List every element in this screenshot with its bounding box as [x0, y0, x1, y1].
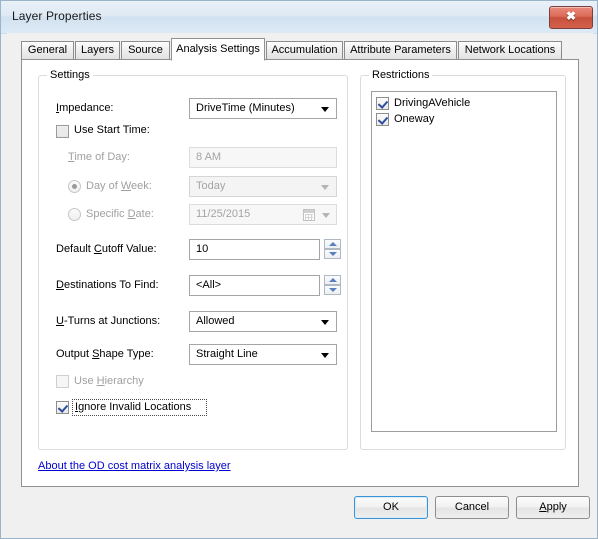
chevron-down-icon	[321, 185, 329, 190]
tab-accumulation[interactable]: Accumulation	[266, 41, 343, 60]
specific-date-label: Specific Date:	[86, 208, 154, 220]
spinner-down-icon[interactable]	[324, 249, 341, 259]
output-shape-type-label: Output Shape Type:	[56, 348, 154, 360]
spinner-up-icon[interactable]	[324, 275, 341, 285]
specific-date-input[interactable]: 11/25/2015	[189, 204, 337, 225]
layer-properties-dialog: Layer Properties ✖ General Layers Source…	[0, 0, 598, 539]
impedance-combo[interactable]: DriveTime (Minutes)	[189, 98, 337, 119]
restriction-label: Oneway	[394, 113, 435, 125]
settings-group: Settings Impedance: DriveTime (Minutes) …	[38, 69, 348, 450]
u-turns-value: Allowed	[196, 315, 235, 327]
tab-source[interactable]: Source	[121, 41, 170, 60]
tab-analysis-settings[interactable]: Analysis Settings	[171, 38, 265, 61]
output-shape-type-value: Straight Line	[196, 348, 258, 360]
day-of-week-radio[interactable]	[68, 180, 81, 193]
use-start-time-checkbox[interactable]	[56, 125, 69, 138]
about-analysis-layer-link[interactable]: About the OD cost matrix analysis layer	[38, 460, 231, 472]
time-of-day-label: Time of Day:	[68, 151, 130, 163]
default-cutoff-label: Default Cutoff Value:	[56, 243, 157, 255]
close-icon: ✖	[565, 9, 577, 23]
time-of-day-value: 8 AM	[196, 151, 222, 163]
default-cutoff-value: 10	[196, 243, 209, 255]
u-turns-combo[interactable]: Allowed	[189, 311, 337, 332]
restrictions-group-title: Restrictions	[369, 69, 433, 81]
restriction-label: DrivingAVehicle	[394, 97, 471, 109]
spinner-up-icon[interactable]	[324, 239, 341, 249]
list-item[interactable]: Oneway	[376, 112, 556, 128]
ignore-invalid-locations-label: Ignore Invalid Locations	[75, 401, 192, 413]
destinations-to-find-value: <All>	[196, 279, 222, 291]
default-cutoff-spinner[interactable]	[324, 239, 341, 260]
tab-attribute-parameters[interactable]: Attribute Parameters	[344, 41, 457, 60]
list-item[interactable]: DrivingAVehicle	[376, 96, 556, 112]
calendar-icon[interactable]	[303, 209, 315, 221]
chevron-down-icon[interactable]	[322, 213, 330, 218]
destinations-to-find-input[interactable]: <All>	[189, 275, 320, 296]
tab-layers[interactable]: Layers	[75, 41, 120, 60]
dialog-client-area: General Layers Source Analysis Settings …	[7, 33, 593, 534]
tab-network-locations[interactable]: Network Locations	[458, 41, 562, 60]
day-of-week-value: Today	[196, 180, 226, 192]
spinner-down-icon[interactable]	[324, 285, 341, 295]
output-shape-type-combo[interactable]: Straight Line	[189, 344, 337, 365]
chevron-down-icon	[321, 107, 329, 112]
default-cutoff-input[interactable]: 10	[189, 239, 320, 260]
day-of-week-label: Day of Week:	[86, 180, 152, 192]
time-of-day-input[interactable]: 8 AM	[189, 147, 337, 168]
chevron-down-icon	[321, 320, 329, 325]
use-hierarchy-label: Use Hierarchy	[74, 375, 144, 387]
close-button[interactable]: ✖	[549, 6, 593, 29]
restriction-checkbox-driving-a-vehicle[interactable]	[376, 97, 389, 110]
apply-button[interactable]: Apply	[516, 496, 590, 519]
title-bar: Layer Properties ✖	[1, 1, 597, 34]
cancel-button[interactable]: Cancel	[435, 496, 509, 519]
u-turns-label: U-Turns at Junctions:	[56, 315, 161, 327]
tab-page-analysis-settings: Settings Impedance: DriveTime (Minutes) …	[21, 59, 579, 487]
restrictions-list[interactable]: DrivingAVehicle Oneway	[371, 91, 557, 432]
day-of-week-combo[interactable]: Today	[189, 176, 337, 197]
impedance-value: DriveTime (Minutes)	[196, 102, 295, 114]
impedance-label: Impedance:	[56, 102, 114, 114]
use-start-time-label: Use Start Time:	[74, 124, 150, 136]
tab-general[interactable]: General	[21, 41, 74, 60]
restriction-checkbox-oneway[interactable]	[376, 113, 389, 126]
settings-group-title: Settings	[47, 69, 93, 81]
destinations-to-find-spinner[interactable]	[324, 275, 341, 296]
use-hierarchy-checkbox[interactable]	[56, 375, 69, 388]
specific-date-value: 11/25/2015	[196, 208, 251, 220]
ok-button[interactable]: OK	[354, 496, 428, 519]
restrictions-group: Restrictions DrivingAVehicle Oneway	[360, 69, 566, 450]
chevron-down-icon	[321, 353, 329, 358]
specific-date-radio[interactable]	[68, 208, 81, 221]
destinations-to-find-label: Destinations To Find:	[56, 279, 159, 291]
ignore-invalid-locations-checkbox[interactable]	[56, 401, 69, 414]
window-title: Layer Properties	[12, 9, 102, 23]
